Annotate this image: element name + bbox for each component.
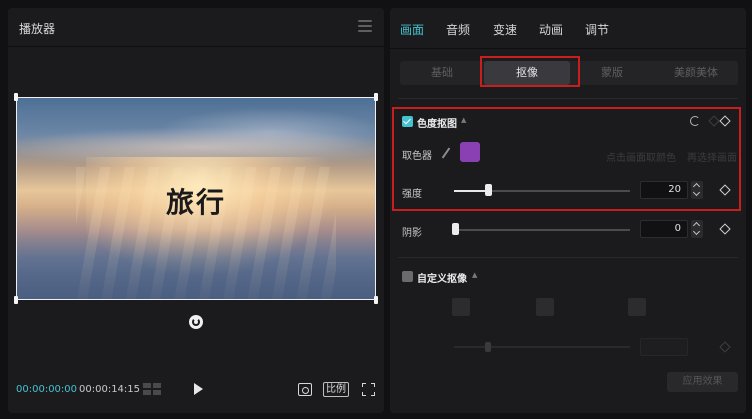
tab-adjust[interactable]: 调节 [585, 21, 609, 38]
shadow-stepper[interactable] [691, 220, 703, 238]
shadow-value-input[interactable]: 0 [640, 220, 688, 238]
strength-stepper[interactable] [691, 181, 703, 199]
resize-handle-bottom-left[interactable] [14, 296, 18, 304]
total-time: 00:00:14:15 [79, 384, 141, 395]
resize-handle-top-right[interactable] [374, 93, 378, 101]
divider [398, 257, 738, 258]
resize-handle-top-left[interactable] [14, 93, 18, 101]
play-icon[interactable] [194, 383, 203, 395]
brush-tool-icon [452, 298, 470, 316]
inspector-panel: 画面 音频 变速 动画 调节 基础 抠像 蒙版 美颜美体 色度抠图 ▲ 取色器 … [390, 8, 746, 413]
app-root: 播放器 旅行 00:00:00:00 00:00:14:15 比例 画面 音频 … [0, 0, 752, 419]
resize-handle-bottom-right[interactable] [374, 296, 378, 304]
brush-size-input [640, 338, 688, 356]
strength-slider-thumb[interactable] [485, 184, 492, 196]
color-picker-label: 取色器 [402, 151, 432, 162]
highlight-box-matting-tab [480, 56, 580, 87]
tab-speed[interactable]: 变速 [493, 21, 517, 38]
shadow-slider-track[interactable] [454, 229, 630, 231]
fullscreen-icon[interactable] [362, 383, 375, 396]
picked-color-swatch[interactable] [460, 142, 480, 162]
chroma-key-checkbox[interactable] [402, 116, 413, 127]
player-title: 播放器 [19, 22, 56, 36]
reset-tool-icon [628, 298, 646, 316]
tab-animation[interactable]: 动画 [539, 21, 563, 38]
timeline-grid-icon[interactable] [143, 383, 161, 395]
video-text-overlay[interactable]: 旅行 [16, 181, 376, 221]
ratio-button[interactable]: 比例 [323, 382, 349, 397]
eraser-tool-icon [536, 298, 554, 316]
strength-label: 强度 [402, 189, 422, 200]
menu-icon[interactable] [358, 20, 372, 32]
picker-hint: 点击画面取颜色 [606, 153, 676, 164]
tab-audio[interactable]: 音频 [446, 21, 470, 38]
player-panel: 播放器 旅行 00:00:00:00 00:00:14:15 比例 [8, 8, 384, 413]
tab-picture[interactable]: 画面 [400, 21, 424, 38]
focus-icon[interactable] [298, 383, 312, 396]
picker-hint-secondary: 再选择画面 [687, 153, 737, 164]
strength-value-input[interactable]: 20 [640, 181, 688, 199]
keyframe-diamond-icon[interactable] [719, 223, 731, 235]
rotate-icon[interactable] [189, 315, 203, 329]
divider [398, 98, 738, 99]
chevron-up-icon[interactable]: ▲ [472, 271, 477, 279]
video-preview[interactable]: 旅行 [16, 97, 376, 300]
shadow-slider-thumb[interactable] [452, 223, 459, 235]
subtab-beauty[interactable]: 美颜美体 [654, 61, 738, 85]
custom-matting-checkbox[interactable] [402, 271, 413, 282]
chroma-key-title: 色度抠图 [417, 119, 457, 130]
subtab-basic[interactable]: 基础 [400, 61, 484, 85]
chevron-up-icon[interactable]: ▲ [461, 116, 466, 124]
strength-slider-fill [454, 190, 489, 192]
shadow-label: 阴影 [402, 228, 422, 239]
divider [8, 46, 384, 47]
reset-icon[interactable] [690, 116, 700, 126]
apply-effect-button[interactable]: 应用效果 [667, 372, 738, 392]
brush-size-thumb [485, 342, 491, 352]
brush-size-track [454, 346, 630, 348]
divider [390, 48, 746, 49]
keyframe-diamond-icon [719, 341, 731, 353]
subtab-mask[interactable]: 蒙版 [570, 61, 654, 85]
current-time: 00:00:00:00 [16, 384, 78, 395]
custom-matting-title: 自定义抠像 [417, 274, 467, 285]
